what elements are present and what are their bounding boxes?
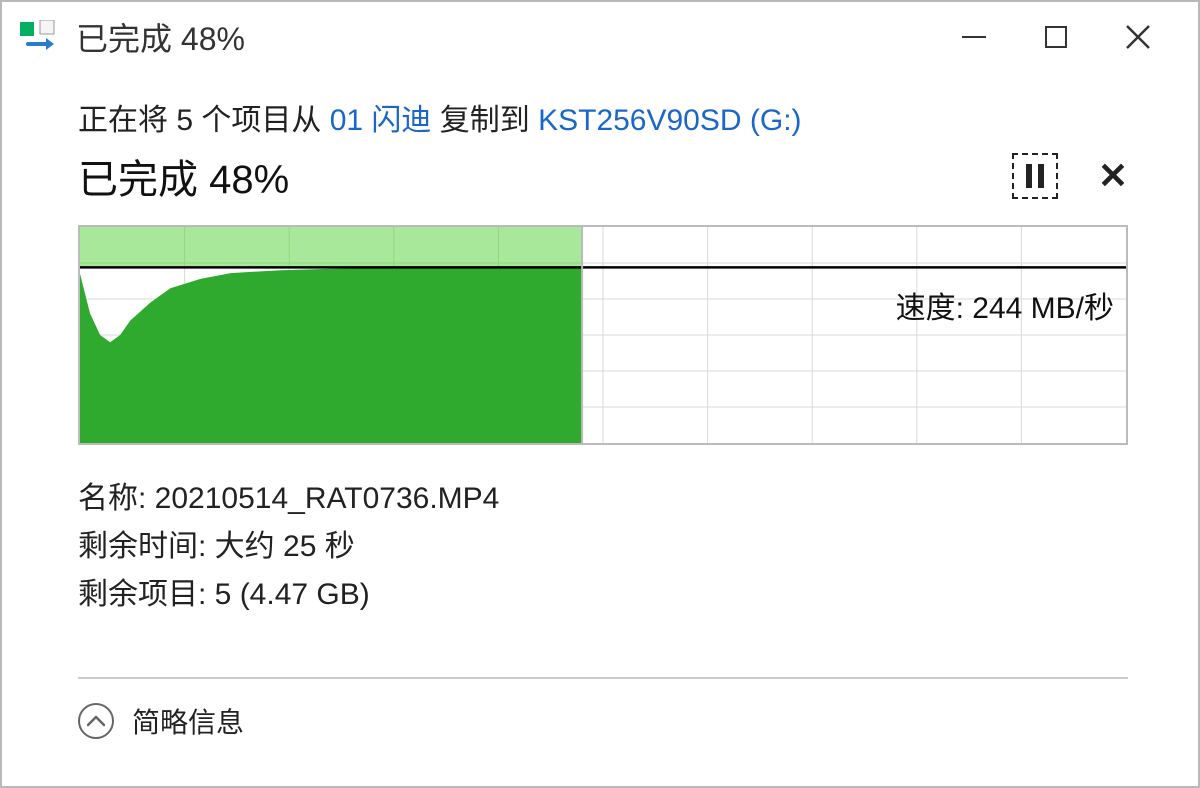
pause-icon (1026, 164, 1032, 188)
content-area: 正在将 5 个项目从 01 闪迪 复制到 KST256V90SD (G:) 已完… (2, 72, 1198, 761)
detail-time: 剩余时间: 大约 25 秒 (78, 523, 1128, 571)
brief-info-toggle[interactable]: 简略信息 (78, 679, 1128, 761)
desc-prefix: 正在将 5 个项目从 (78, 104, 330, 137)
title-bar: 已完成 48% (2, 2, 1198, 72)
copy-progress-icon (20, 20, 60, 54)
detail-items-label: 剩余项目: (78, 578, 215, 611)
minimize-button[interactable] (954, 17, 994, 57)
maximize-button[interactable] (1036, 17, 1076, 57)
detail-items: 剩余项目: 5 (4.47 GB) (78, 571, 1128, 619)
speed-chart-svg (80, 227, 1126, 443)
detail-time-value: 大约 25 秒 (215, 530, 355, 563)
window-title: 已完成 48% (76, 14, 245, 60)
detail-time-label: 剩余时间: (78, 530, 215, 563)
chevron-up-icon (78, 703, 114, 739)
pause-icon (1038, 164, 1044, 188)
brief-info-label: 简略信息 (132, 701, 244, 741)
close-button[interactable] (1118, 17, 1158, 57)
progress-actions: ✕ (1012, 153, 1128, 199)
detail-name: 名称: 20210514_RAT0736.MP4 (78, 475, 1128, 523)
cancel-button[interactable]: ✕ (1098, 158, 1128, 194)
transfer-details: 名称: 20210514_RAT0736.MP4 剩余时间: 大约 25 秒 剩… (78, 475, 1128, 619)
pause-button[interactable] (1012, 153, 1058, 199)
detail-name-value: 20210514_RAT0736.MP4 (155, 482, 500, 515)
title-bar-left: 已完成 48% (20, 14, 245, 60)
progress-row: 已完成 48% ✕ (78, 147, 1128, 205)
destination-link[interactable]: KST256V90SD (G:) (538, 104, 801, 137)
progress-label: 已完成 48% (78, 147, 289, 205)
minimize-icon (960, 23, 988, 51)
cancel-icon: ✕ (1098, 155, 1128, 196)
copy-description: 正在将 5 个项目从 01 闪迪 复制到 KST256V90SD (G:) (78, 98, 1128, 143)
desc-mid: 复制到 (431, 104, 538, 137)
speed-chart: 速度: 244 MB/秒 (78, 225, 1128, 445)
detail-items-value: 5 (4.47 GB) (215, 578, 370, 611)
speed-label: 速度: 244 MB/秒 (896, 283, 1114, 327)
source-link[interactable]: 01 闪迪 (330, 104, 432, 137)
close-icon (1124, 23, 1152, 51)
maximize-icon (1044, 25, 1068, 49)
detail-name-label: 名称: (78, 482, 155, 515)
window-controls (954, 17, 1186, 57)
